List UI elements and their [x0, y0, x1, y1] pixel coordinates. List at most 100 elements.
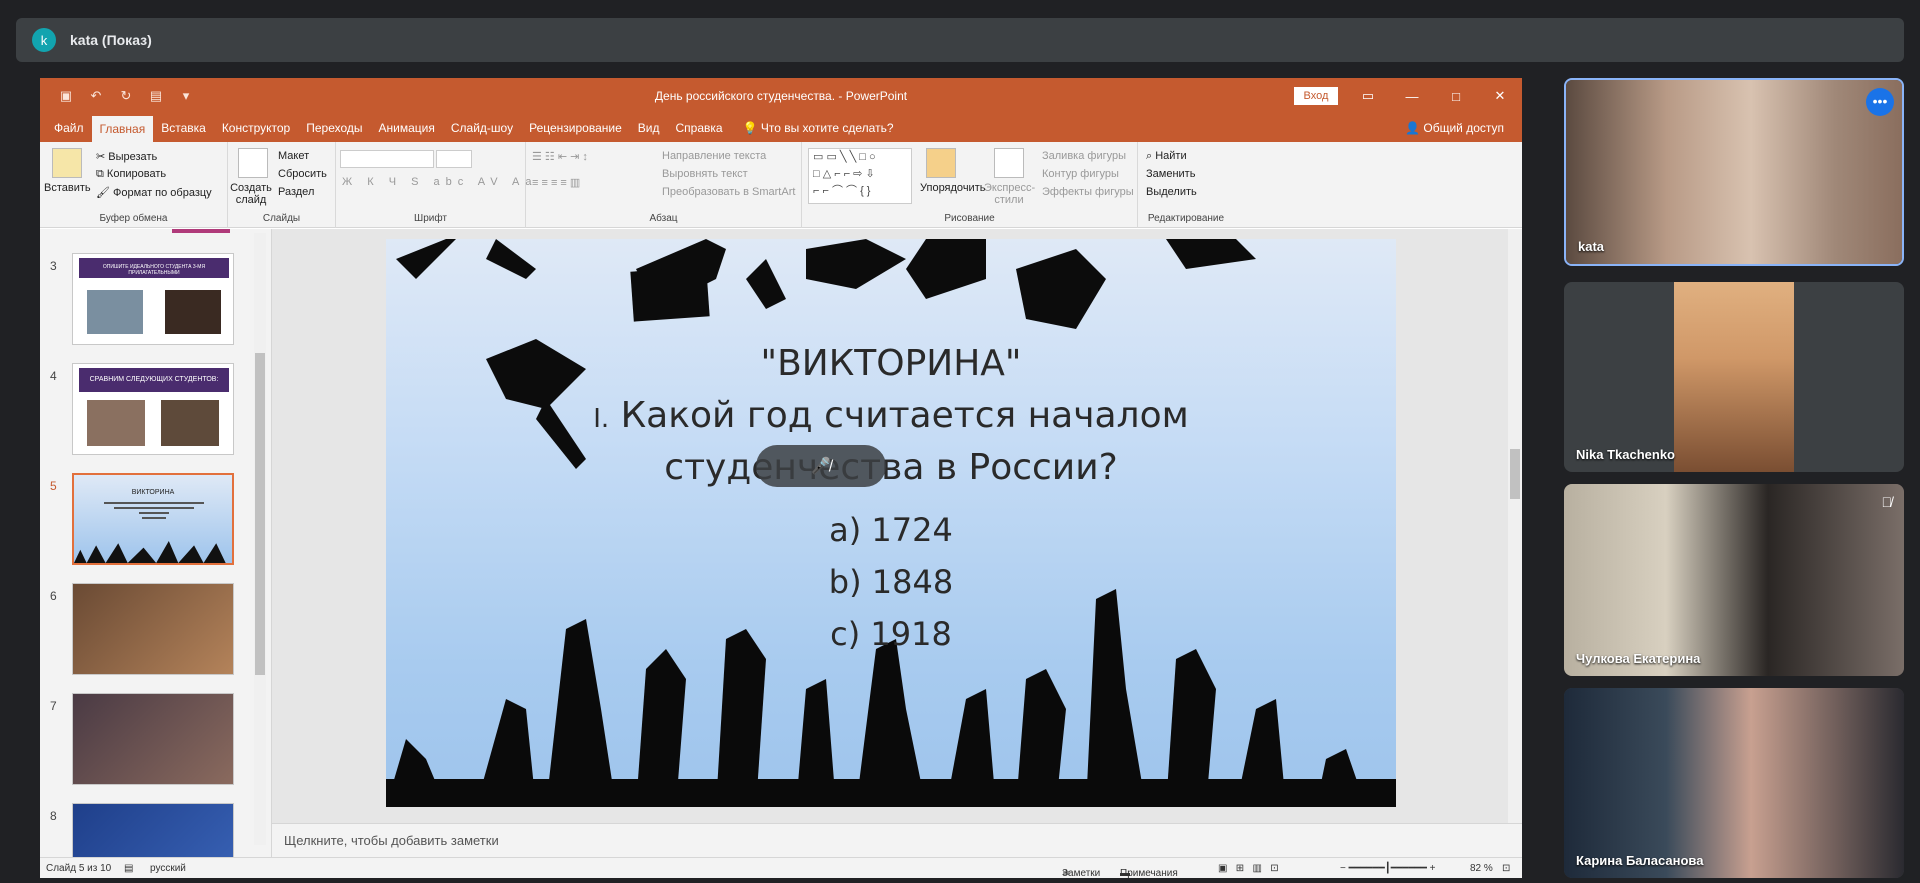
section-button[interactable]: Раздел	[278, 186, 314, 198]
slide-option-a: a) 1724	[829, 511, 953, 549]
thumb-5-caption: ВИКТОРИНА	[131, 489, 175, 496]
slide-thumbnail-6[interactable]	[72, 583, 234, 675]
slide-thumbnail-5[interactable]: ВИКТОРИНА	[72, 473, 234, 565]
tab-animations[interactable]: Анимация	[371, 121, 443, 142]
close-icon[interactable]: ✕	[1478, 78, 1522, 114]
paragraph-label: Абзац	[649, 213, 678, 224]
strikethrough-button[interactable]: abc	[434, 176, 470, 188]
italic-button[interactable]: К	[367, 176, 379, 188]
shapes-gallery[interactable]: ▭ ▭ ╲ ╲ □ ○ □ △ ⌐ ⌐ ⇨ ⇩ ⌐ ⌐ ⌒ ⌒ { }	[808, 148, 912, 204]
ribbon-display-icon[interactable]: ▭	[1346, 78, 1390, 114]
zoom-level[interactable]: 82 %	[1470, 863, 1493, 874]
shape-effects-button[interactable]: Эффекты фигуры	[1042, 186, 1134, 198]
save-icon[interactable]: ▣	[58, 88, 74, 104]
participant-video-kata	[1566, 80, 1902, 264]
notes-pane[interactable]: Щелкните, чтобы добавить заметки	[272, 823, 1522, 857]
tab-home[interactable]: Главная	[91, 116, 154, 142]
copy-icon: ⧉	[96, 168, 107, 180]
replace-button[interactable]: Заменить	[1146, 168, 1195, 180]
presenter-avatar: k	[32, 28, 56, 52]
format-painter-button[interactable]: 🖌 Формат по образцу	[96, 186, 212, 199]
tab-slideshow[interactable]: Слайд-шоу	[443, 121, 521, 142]
thumbnail-scrollbar[interactable]	[254, 233, 266, 845]
paste-button[interactable]: Вставить	[44, 182, 91, 194]
thumbnail-scrollbar-thumb[interactable]	[255, 353, 265, 675]
tab-file[interactable]: Файл	[46, 121, 92, 142]
slide-thumbnail-4[interactable]: СРАВНИМ СЛЕДУЮЩИХ СТУДЕНТОВ:	[72, 363, 234, 455]
customize-qat-icon[interactable]: ▾	[178, 88, 194, 104]
view-buttons[interactable]: ▣ ⊞ ▥ ⊡	[1218, 863, 1279, 874]
cap-3	[806, 239, 906, 289]
align-buttons-icon[interactable]: ≡ ≡ ≡ ≡ ▥	[532, 176, 580, 189]
format-label: Формат по образцу	[113, 187, 212, 199]
paste-icon[interactable]	[52, 148, 82, 178]
mic-off-icon: 🎤̸	[811, 458, 831, 475]
reset-button[interactable]: Сбросить	[278, 168, 327, 180]
cut-button[interactable]: ✂ Вырезать	[96, 150, 157, 163]
title-bar: ▣ ↶ ↻ ▤ ▾ День российского студенчества.…	[40, 78, 1522, 114]
spellcheck-icon[interactable]: ▤	[124, 863, 133, 874]
thumb-4-photo-a	[87, 400, 145, 446]
maximize-icon[interactable]: □	[1434, 78, 1478, 114]
zoom-slider[interactable]: − ━━━━━━┃━━━━━━ +	[1340, 863, 1436, 874]
select-button[interactable]: Выделить	[1146, 186, 1197, 198]
redo-icon[interactable]: ↻	[118, 88, 134, 104]
thumb-4-caption: СРАВНИМ СЛЕДУЮЩИХ СТУДЕНТОВ:	[79, 368, 229, 392]
align-text-button[interactable]: Выровнять текст	[662, 168, 748, 180]
participant-tile-chulkova[interactable]: 🎙̸ Чулкова Екатерина	[1564, 484, 1904, 676]
tab-help[interactable]: Справка	[667, 121, 730, 142]
slide-thumbnail-7[interactable]	[72, 693, 234, 785]
powerpoint-window: ▣ ↶ ↻ ▤ ▾ День российского студенчества.…	[40, 78, 1522, 878]
fit-slide-icon[interactable]: ⊡	[1502, 863, 1510, 874]
arrange-icon[interactable]	[926, 148, 956, 178]
list-buttons-icon[interactable]: ☰ ☷ ⇤ ⇥ ↕	[532, 150, 588, 163]
font-size-select[interactable]	[436, 150, 472, 168]
participant-tile-karina[interactable]: Карина Баласанова	[1564, 688, 1904, 878]
participant-tile-nika[interactable]: Nika Tkachenko	[1564, 282, 1904, 472]
font-name-select[interactable]	[340, 150, 434, 168]
current-slide[interactable]: "ВИКТОРИНА" I. Какой год считается начал…	[386, 239, 1396, 807]
share-button[interactable]: 👤 Общий доступ	[1405, 121, 1522, 142]
tab-transitions[interactable]: Переходы	[298, 121, 370, 142]
participant-name-karina: Карина Баласанова	[1576, 853, 1704, 868]
font-style-buttons[interactable]: Ж К Ч S abc AV Aa	[342, 176, 538, 188]
shape-outline-button[interactable]: Контур фигуры	[1042, 168, 1119, 180]
question-prefix: I.	[593, 404, 610, 434]
slide-scrollbar[interactable]	[1508, 229, 1522, 823]
bold-button[interactable]: Ж	[342, 176, 358, 188]
participant-tile-kata[interactable]: ••• kata	[1564, 78, 1904, 266]
find-button[interactable]: ⌕ Найти	[1146, 150, 1187, 163]
cap-2-base	[630, 266, 710, 322]
language-indicator[interactable]: русский	[150, 863, 186, 874]
slideshow-icon[interactable]: ▤	[148, 88, 164, 104]
minimize-icon[interactable]: —	[1390, 78, 1434, 114]
tab-insert[interactable]: Вставка	[153, 121, 214, 142]
slide-scrollbar-thumb[interactable]	[1510, 449, 1520, 499]
tab-view[interactable]: Вид	[630, 121, 668, 142]
underline-button[interactable]: Ч	[389, 176, 402, 188]
tab-design[interactable]: Конструктор	[214, 121, 298, 142]
undo-icon[interactable]: ↶	[88, 88, 104, 104]
new-slide-button[interactable]: Создать слайд	[230, 182, 272, 206]
slide-thumbnail-3[interactable]: ОПИШИТЕ ИДЕАЛЬНОГО СТУДЕНТА 3-МЯ ПРИЛАГА…	[72, 253, 234, 345]
text-direction-button[interactable]: Направление текста	[662, 150, 766, 162]
arrange-button[interactable]: Упорядочить	[920, 182, 985, 194]
participant-name-nika: Nika Tkachenko	[1576, 447, 1675, 462]
thumb-3-caption: ОПИШИТЕ ИДЕАЛЬНОГО СТУДЕНТА 3-МЯ ПРИЛАГА…	[79, 258, 229, 278]
new-slide-icon[interactable]	[238, 148, 268, 178]
drawing-label: Рисование	[944, 213, 995, 224]
shadow-button[interactable]: S	[411, 176, 424, 188]
shape-fill-button[interactable]: Заливка фигуры	[1042, 150, 1126, 162]
more-options-icon[interactable]: •••	[1866, 88, 1894, 116]
tab-review[interactable]: Рецензирование	[521, 121, 630, 142]
quick-styles-button[interactable]: Экспресс-стили	[984, 182, 1035, 206]
spacing-button[interactable]: AV	[478, 176, 504, 188]
slides-group: Создать слайд Макет Сбросить Раздел Слай…	[228, 142, 336, 228]
tell-me-search[interactable]: 💡 Что вы хотите сделать?	[735, 121, 902, 142]
copy-button[interactable]: ⧉ Копировать	[96, 168, 166, 181]
login-button[interactable]: Вход	[1294, 87, 1338, 105]
quick-styles-icon[interactable]	[994, 148, 1024, 178]
slide-thumbnail-8[interactable]	[72, 803, 234, 857]
smartart-button[interactable]: Преобразовать в SmartArt	[662, 186, 795, 198]
layout-button[interactable]: Макет	[278, 150, 309, 162]
